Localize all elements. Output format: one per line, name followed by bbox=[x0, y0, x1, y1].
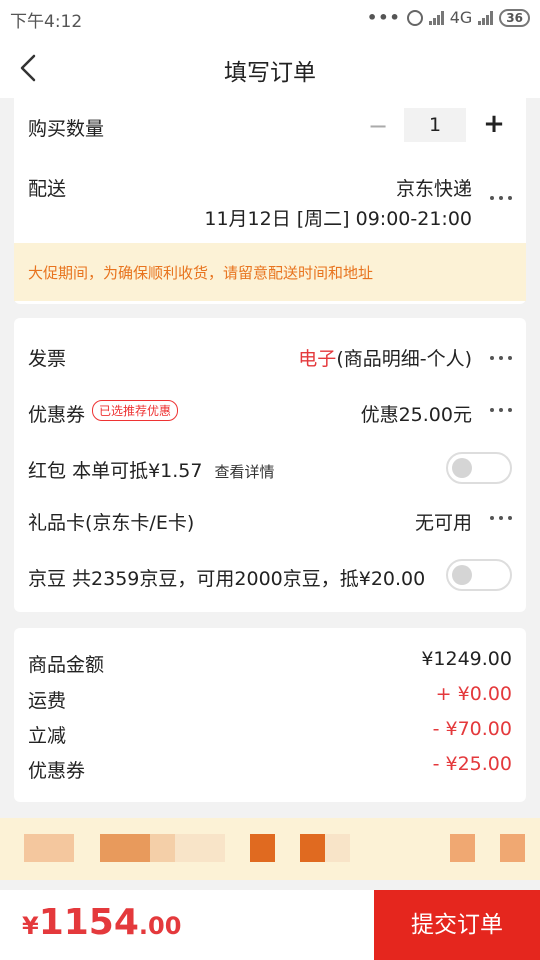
alarm-icon bbox=[406, 9, 423, 26]
invoice-value[interactable]: 电子(商品明细-个人) bbox=[298, 344, 472, 371]
gift-card-more-icon[interactable] bbox=[490, 516, 512, 520]
blur-block bbox=[150, 834, 175, 862]
total-integer: 1154 bbox=[38, 902, 139, 943]
submit-order-button[interactable]: 提交订单 bbox=[374, 890, 540, 960]
red-packet-toggle[interactable] bbox=[446, 452, 512, 484]
invoice-label: 发票 bbox=[28, 348, 67, 370]
invoice-more-icon[interactable] bbox=[490, 356, 512, 360]
total-currency: ¥ bbox=[22, 912, 39, 940]
order-card-discounts: 发票 电子(商品明细-个人) 优惠券 已选推荐优惠 优惠25.00元 红包 本单… bbox=[14, 318, 526, 612]
gift-card-label: 礼品卡(京东卡/E卡) bbox=[28, 512, 195, 534]
delivery-more-icon[interactable] bbox=[490, 196, 512, 200]
red-packet-label: 红包 bbox=[28, 460, 67, 482]
blur-block bbox=[250, 834, 275, 862]
delivery-carrier[interactable]: 京东快递 bbox=[396, 174, 472, 201]
summary-discount-value: - ¥70.00 bbox=[432, 718, 512, 740]
summary-shipping-label: 运费 bbox=[28, 690, 67, 712]
gift-card-value[interactable]: 无可用 bbox=[415, 508, 472, 535]
invoice-type-detail: (商品明细-个人) bbox=[336, 348, 472, 370]
notification-dots-icon: ••• bbox=[367, 8, 401, 27]
coupon-more-icon[interactable] bbox=[490, 408, 512, 412]
invoice-type-highlight: 电子 bbox=[298, 348, 337, 370]
summary-coupon-label: 优惠券 bbox=[28, 760, 86, 782]
quantity-input[interactable]: 1 bbox=[404, 108, 466, 142]
delivery-label: 配送 bbox=[28, 178, 67, 200]
order-card-summary: 商品金额 ¥1249.00 运费 + ¥0.00 立减 - ¥70.00 优惠券… bbox=[14, 628, 526, 802]
summary-goods-label: 商品金额 bbox=[28, 654, 105, 676]
order-total: ¥1154.00 bbox=[22, 902, 181, 943]
quantity-minus-button[interactable]: − bbox=[366, 112, 390, 140]
battery-icon: 36 bbox=[499, 8, 530, 27]
network-type: 4G bbox=[449, 8, 473, 27]
page-title: 填写订单 bbox=[224, 60, 316, 86]
summary-discount-label: 立减 bbox=[28, 725, 67, 747]
blur-block bbox=[500, 834, 525, 862]
blur-block bbox=[100, 834, 150, 862]
quantity-plus-button[interactable]: + bbox=[482, 109, 506, 139]
red-packet-detail-link[interactable]: 查看详情 bbox=[215, 463, 275, 481]
red-packet-row: 红包 本单可抵¥1.57 查看详情 bbox=[28, 456, 275, 483]
signal-icon-2 bbox=[478, 10, 494, 25]
coupon-value[interactable]: 优惠25.00元 bbox=[361, 400, 472, 427]
quantity-label: 购买数量 bbox=[28, 118, 105, 140]
delivery-time[interactable]: 11月12日 [周二] 09:00-21:00 bbox=[204, 204, 472, 231]
blur-block bbox=[300, 834, 325, 862]
promo-notice: 大促期间，为确保顺利收货，请留意配送时间和地址 bbox=[14, 243, 526, 301]
blurred-promo-strip bbox=[0, 818, 540, 880]
blur-block bbox=[175, 834, 225, 862]
status-icons: ••• 4G 36 bbox=[367, 8, 530, 27]
summary-shipping-value: + ¥0.00 bbox=[435, 683, 512, 705]
order-card-quantity-delivery: 购买数量 − 1 + 配送 京东快递 11月12日 [周二] 09:00-21:… bbox=[14, 98, 526, 304]
status-time: 下午4:12 bbox=[10, 12, 83, 32]
signal-icon bbox=[428, 10, 444, 25]
blur-block bbox=[450, 834, 475, 862]
status-bar: 下午4:12 ••• 4G 36 bbox=[0, 0, 540, 36]
coupon-label: 优惠券 bbox=[28, 404, 86, 426]
jd-beans-label: 京豆 共2359京豆，可用2000京豆，抵¥20.00 bbox=[28, 568, 426, 590]
summary-goods-value: ¥1249.00 bbox=[421, 648, 512, 670]
total-decimal: .00 bbox=[138, 912, 182, 940]
red-packet-desc: 本单可抵¥1.57 bbox=[72, 460, 203, 482]
bottom-bar: ¥1154.00 提交订单 bbox=[0, 890, 540, 960]
blur-block bbox=[325, 834, 350, 862]
summary-coupon-value: - ¥25.00 bbox=[432, 753, 512, 775]
blur-block bbox=[24, 834, 74, 862]
jd-beans-toggle[interactable] bbox=[446, 559, 512, 591]
coupon-recommended-tag: 已选推荐优惠 bbox=[92, 400, 179, 421]
nav-bar: 填写订单 bbox=[0, 36, 540, 98]
